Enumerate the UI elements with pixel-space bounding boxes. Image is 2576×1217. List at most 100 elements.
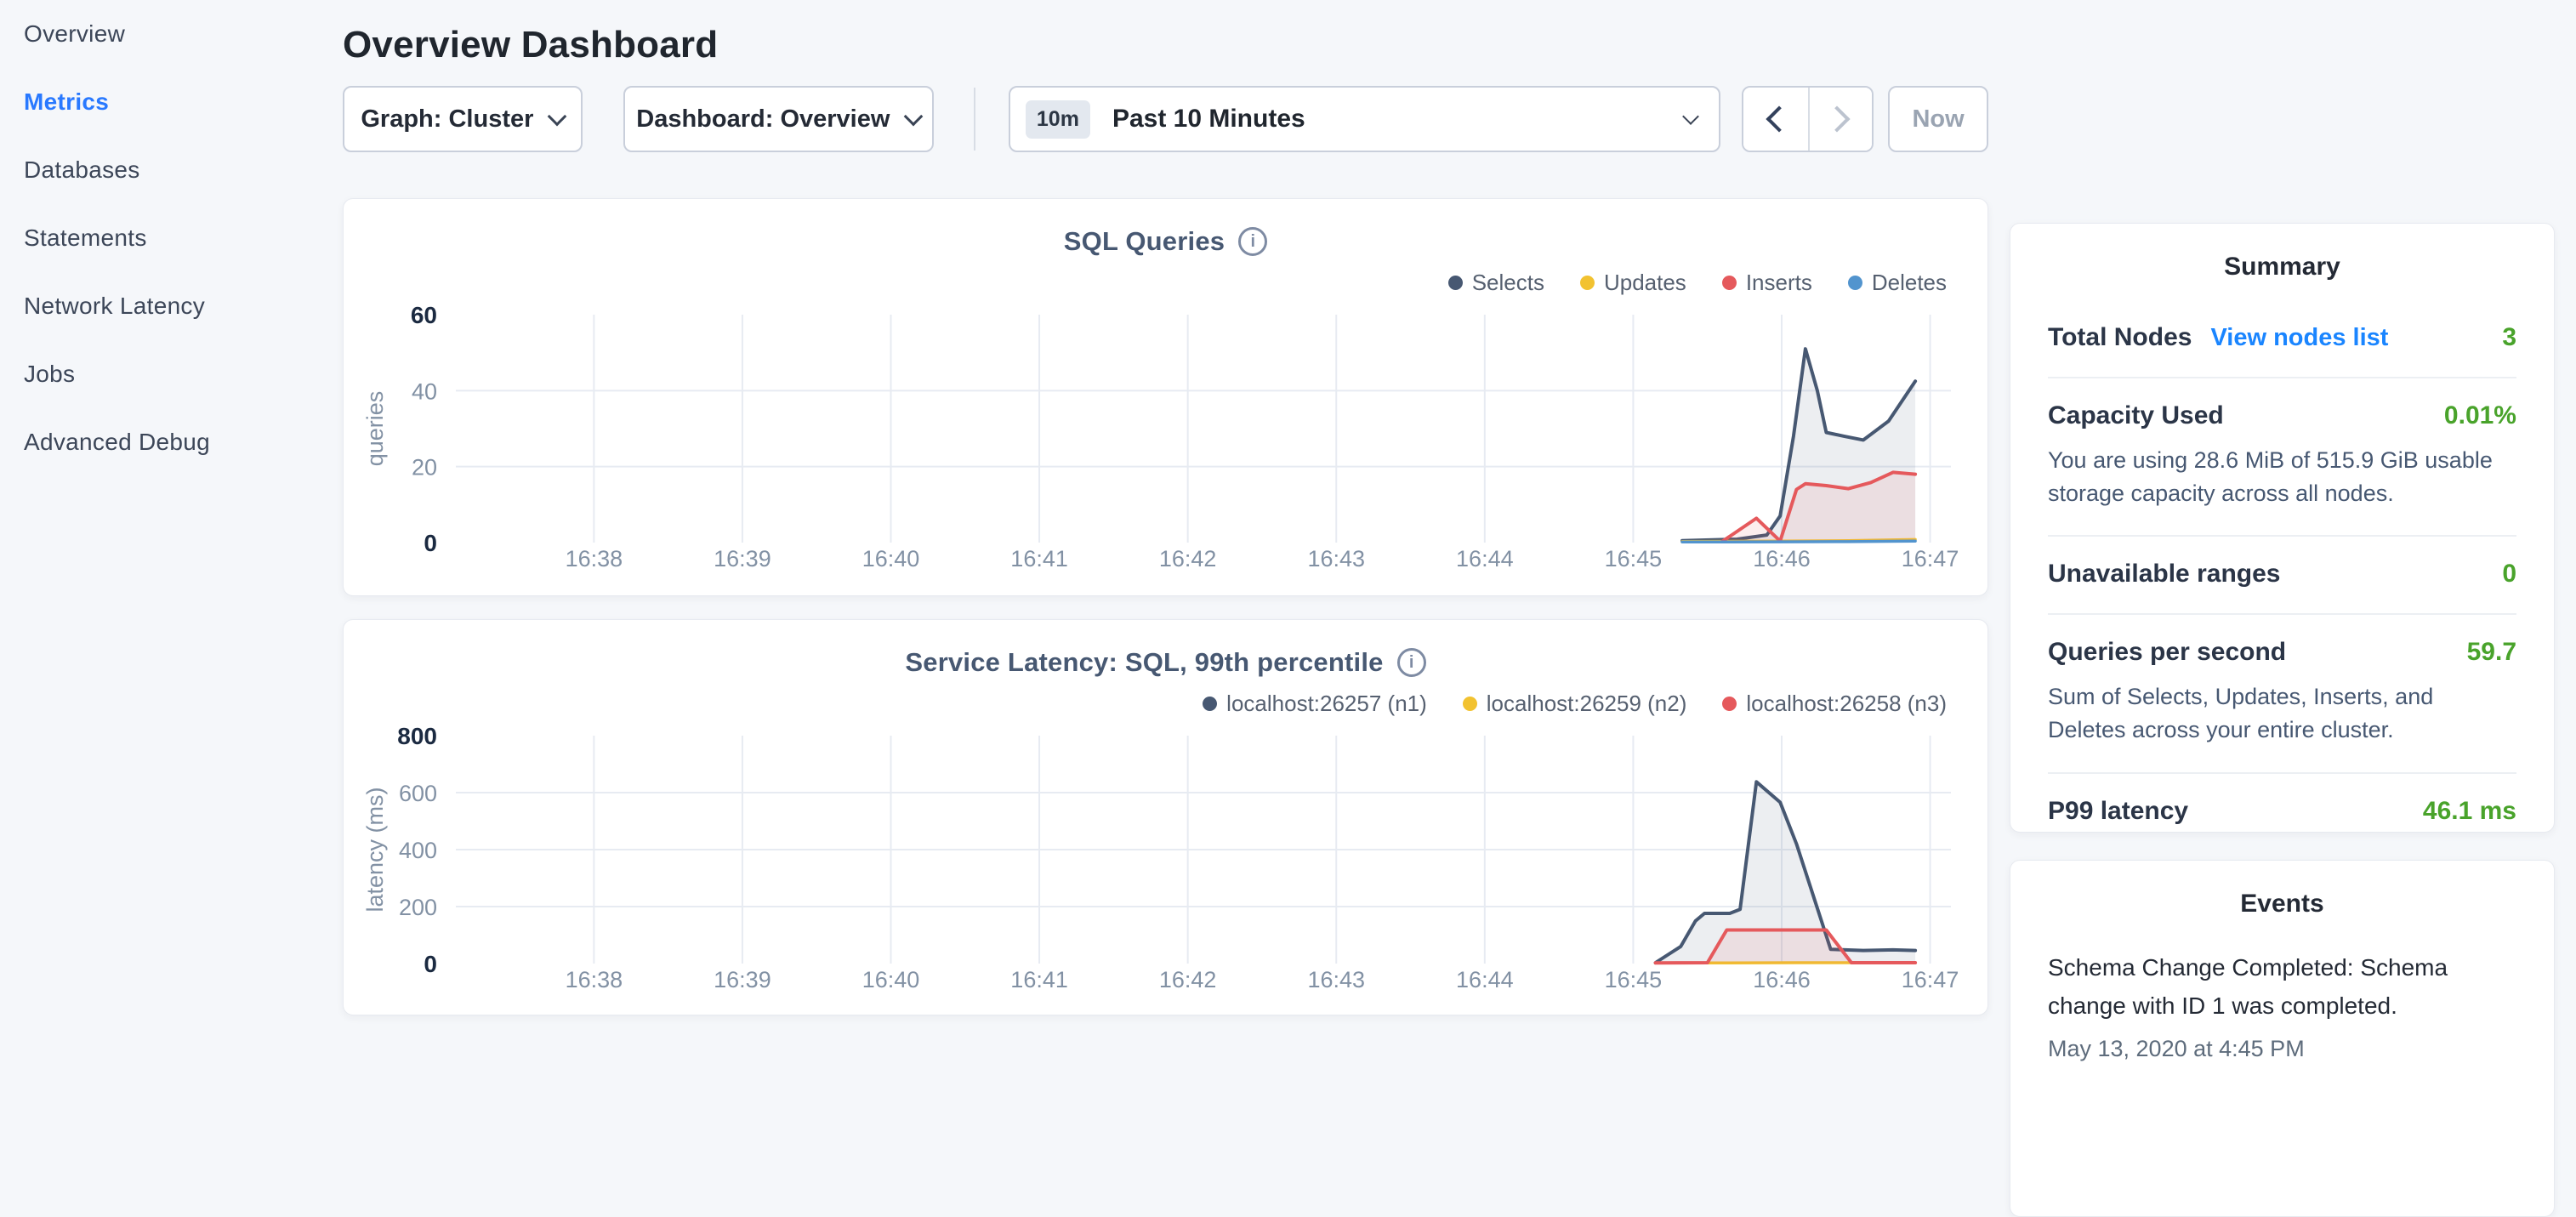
controls-bar: Graph: Cluster Dashboard: Overview 10m P… — [343, 86, 1988, 152]
sql-queries-chart: 020406016:3816:3916:4016:4116:4216:4316:… — [344, 304, 1989, 585]
summary-value: 46.1 ms — [2423, 797, 2516, 826]
dashboard-dropdown-label: Dashboard: Overview — [636, 105, 890, 134]
event-timestamp: May 13, 2020 at 4:45 PM — [2048, 1036, 2516, 1062]
events-card: Events Schema Change Completed: Schema c… — [2010, 860, 2555, 1217]
legend-item: localhost:26258 (n3) — [1722, 691, 1947, 717]
summary-row: Unavailable ranges 0 — [2048, 535, 2516, 613]
chevron-down-icon — [548, 106, 567, 126]
sidebar-item-metrics[interactable]: Metrics — [0, 68, 340, 136]
event-text: Schema Change Completed: Schema change w… — [2048, 949, 2516, 1026]
summary-row-head: Unavailable ranges 0 — [2048, 560, 2516, 589]
chart-title: Service Latency: SQL, 99th percentile — [905, 647, 1383, 678]
prev-range-button[interactable] — [1743, 88, 1808, 151]
legend-dot-icon — [1463, 697, 1477, 711]
sidebar: OverviewMetricsDatabasesStatementsNetwor… — [0, 0, 340, 1051]
legend-item: Inserts — [1722, 270, 1812, 296]
sidebar-item-databases[interactable]: Databases — [0, 136, 340, 204]
chevron-down-icon — [904, 106, 924, 126]
sidebar-item-jobs[interactable]: Jobs — [0, 340, 340, 408]
svg-text:16:45: 16:45 — [1605, 546, 1663, 572]
legend-dot-icon — [1580, 276, 1595, 290]
svg-text:16:43: 16:43 — [1307, 546, 1365, 572]
summary-row-head: Capacity Used0.01% — [2048, 401, 2516, 430]
svg-text:40: 40 — [412, 378, 437, 404]
controls-divider — [974, 88, 975, 151]
summary-description: You are using 28.6 MiB of 515.9 GiB usab… — [2048, 444, 2516, 510]
svg-text:16:44: 16:44 — [1456, 546, 1514, 572]
page-title: Overview Dashboard — [343, 24, 1988, 66]
svg-text:16:40: 16:40 — [862, 546, 920, 572]
summary-description: Sum of Selects, Updates, Inserts, and De… — [2048, 680, 2516, 747]
svg-text:16:47: 16:47 — [1902, 546, 1959, 572]
summary-row: Capacity Used0.01% You are using 28.6 MiB… — [2048, 377, 2516, 535]
svg-text:16:39: 16:39 — [714, 546, 771, 572]
events-title: Events — [2048, 890, 2516, 918]
summary-row: Total NodesView nodes list3 — [2048, 300, 2516, 377]
legend-dot-icon — [1203, 697, 1217, 711]
svg-text:16:46: 16:46 — [1753, 546, 1811, 572]
legend-dot-icon — [1448, 276, 1463, 290]
summary-title: Summary — [2048, 253, 2516, 282]
graph-dropdown[interactable]: Graph: Cluster — [343, 86, 583, 152]
svg-text:16:46: 16:46 — [1753, 967, 1811, 992]
legend-label: localhost:26257 (n1) — [1226, 691, 1427, 717]
summary-label: Total Nodes — [2048, 323, 2192, 352]
chevron-right-icon — [1824, 105, 1851, 132]
view-nodes-link[interactable]: View nodes list — [2210, 324, 2388, 352]
summary-row: P99 latency 46.1 ms — [2048, 772, 2516, 850]
graph-dropdown-label: Graph: Cluster — [361, 105, 533, 134]
svg-text:0: 0 — [424, 951, 437, 977]
legend-label: localhost:26259 (n2) — [1487, 691, 1687, 717]
info-icon[interactable]: i — [1397, 648, 1426, 677]
time-range-dropdown[interactable]: 10m Past 10 Minutes — [1009, 86, 1720, 152]
summary-value: 0 — [2502, 560, 2516, 589]
svg-text:16:38: 16:38 — [566, 546, 623, 572]
sidebar-item-advanced-debug[interactable]: Advanced Debug — [0, 408, 340, 476]
svg-text:queries: queries — [362, 391, 388, 467]
summary-row-head: Queries per second59.7 — [2048, 638, 2516, 667]
legend-item: localhost:26257 (n1) — [1203, 691, 1427, 717]
legend-label: Inserts — [1746, 270, 1812, 296]
info-icon[interactable]: i — [1238, 227, 1267, 256]
svg-text:16:47: 16:47 — [1902, 967, 1959, 992]
chart-title: SQL Queries — [1064, 226, 1225, 257]
svg-text:16:41: 16:41 — [1010, 967, 1068, 992]
legend-item: Updates — [1580, 270, 1686, 296]
sidebar-item-overview[interactable]: Overview — [0, 0, 340, 68]
now-button[interactable]: Now — [1888, 86, 1988, 152]
summary-card: Summary Total NodesView nodes list3Capac… — [2010, 223, 2555, 833]
summary-label: Unavailable ranges — [2048, 560, 2280, 589]
legend-item: Deletes — [1848, 270, 1947, 296]
sidebar-nav-list: OverviewMetricsDatabasesStatementsNetwor… — [0, 0, 340, 476]
svg-text:16:42: 16:42 — [1159, 967, 1217, 992]
summary-label: P99 latency — [2048, 797, 2188, 826]
svg-text:16:45: 16:45 — [1605, 967, 1663, 992]
svg-text:600: 600 — [399, 781, 437, 806]
summary-rows: Total NodesView nodes list3Capacity Used… — [2048, 300, 2516, 850]
sidebar-item-network-latency[interactable]: Network Latency — [0, 272, 340, 340]
svg-text:800: 800 — [397, 725, 437, 749]
event-item[interactable]: Schema Change Completed: Schema change w… — [2048, 949, 2516, 1062]
svg-text:16:41: 16:41 — [1010, 546, 1068, 572]
chevron-left-icon — [1766, 105, 1792, 132]
next-range-button[interactable] — [1808, 88, 1873, 151]
legend-dot-icon — [1722, 697, 1737, 711]
legend-dot-icon — [1722, 276, 1737, 290]
svg-text:16:43: 16:43 — [1307, 967, 1365, 992]
legend-label: Selects — [1472, 270, 1544, 296]
svg-text:60: 60 — [411, 304, 437, 328]
chart-legend: Selects Updates Inserts Deletes — [344, 270, 1987, 294]
events-list: Schema Change Completed: Schema change w… — [2048, 949, 2516, 1062]
service-latency-card: Service Latency: SQL, 99th percentile i … — [343, 619, 1988, 1015]
time-range-badge: 10m — [1026, 100, 1090, 139]
summary-row-head: P99 latency 46.1 ms — [2048, 797, 2516, 826]
svg-text:0: 0 — [424, 530, 437, 556]
summary-label: Capacity Used — [2048, 401, 2224, 430]
summary-label: Queries per second — [2048, 638, 2286, 667]
dashboard-dropdown[interactable]: Dashboard: Overview — [623, 86, 934, 152]
svg-text:latency (ms): latency (ms) — [362, 787, 388, 912]
chevron-down-icon — [1682, 108, 1699, 125]
chart-title-row: SQL Queries i — [344, 199, 1987, 259]
time-range-label: Past 10 Minutes — [1112, 105, 1305, 134]
sidebar-item-statements[interactable]: Statements — [0, 204, 340, 272]
